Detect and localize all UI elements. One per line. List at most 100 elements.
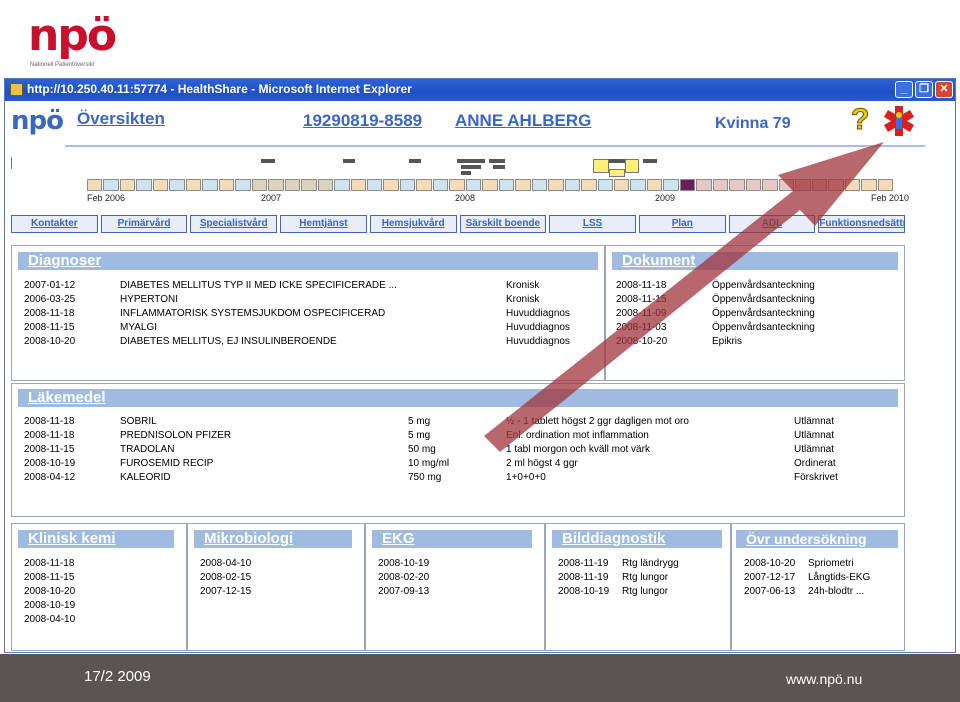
ekg-date[interactable]: 2008-02-20	[378, 572, 429, 583]
app-logo[interactable]: npö	[11, 106, 64, 136]
tab-lss[interactable]: LSS	[549, 215, 636, 233]
diagnosis-text[interactable]: INFLAMMATORISK SYSTEMSJUKDOM OSPECIFICER…	[120, 308, 385, 319]
timeline-cell[interactable]	[383, 179, 399, 191]
timeline-event-marker[interactable]	[461, 165, 481, 169]
minimize-button[interactable]: _	[895, 81, 913, 98]
timeline-cell[interactable]	[663, 179, 679, 191]
tab-specialistvard[interactable]: Specialistvård	[190, 215, 278, 233]
diagnosis-text[interactable]: HYPERTONI	[120, 294, 178, 305]
timeline-highlight-marker[interactable]	[609, 169, 625, 177]
document-text[interactable]: Öppenvårdsanteckning	[712, 322, 815, 333]
page-title-link[interactable]: Översikten	[77, 109, 165, 129]
timeline-cell[interactable]	[696, 179, 712, 191]
timeline-cell[interactable]	[301, 179, 317, 191]
timeline-cell[interactable]	[152, 179, 169, 191]
timeline-cell[interactable]	[185, 179, 202, 191]
micro-date[interactable]: 2008-04-10	[200, 558, 251, 569]
micro-date[interactable]: 2007-12-15	[200, 586, 251, 597]
bilddiagnostik-header[interactable]: Bilddiagnostik	[552, 530, 722, 548]
timeline-cell[interactable]	[778, 179, 795, 191]
timeline-cell[interactable]	[218, 179, 235, 191]
medication-name[interactable]: SOBRIL	[120, 416, 157, 427]
timeline-cell[interactable]	[268, 179, 284, 191]
medical-alert-icon[interactable]	[881, 103, 917, 139]
timeline-cell[interactable]	[169, 179, 185, 191]
timeline-cell[interactable]	[745, 179, 762, 191]
help-icon[interactable]: ?	[850, 104, 869, 135]
ekg-date[interactable]: 2008-10-19	[378, 558, 429, 569]
diagnosis-text[interactable]: DIABETES MELLITUS, EJ INSULINBEROENDE	[120, 336, 337, 347]
timeline-event-marker[interactable]	[643, 159, 657, 163]
timeline-cell[interactable]	[449, 179, 465, 191]
timeline-cell[interactable]	[366, 179, 383, 191]
timeline-cell[interactable]	[399, 179, 416, 191]
tab-primarvard[interactable]: Primärvård	[100, 215, 188, 233]
timeline-cell[interactable]	[87, 179, 103, 191]
lab-date[interactable]: 2008-10-19	[24, 600, 75, 611]
medication-name[interactable]: FUROSEMID RECIP	[120, 458, 213, 469]
timeline-cell[interactable]	[284, 179, 301, 191]
timeline-cell[interactable]	[482, 179, 498, 191]
lab-date[interactable]: 2008-04-10	[24, 614, 75, 625]
medication-name[interactable]: PREDNISOLON PFIZER	[120, 430, 231, 441]
timeline-cell[interactable]	[515, 179, 531, 191]
document-text[interactable]: Öppenvårdsanteckning	[712, 294, 815, 305]
tab-hemtjanst[interactable]: Hemtjänst	[280, 215, 367, 233]
tab-hemsjukvard[interactable]: Hemsjukvård	[369, 215, 457, 233]
close-button[interactable]: ✕	[935, 81, 953, 98]
ekg-date[interactable]: 2007-09-13	[378, 586, 429, 597]
lakemedel-header[interactable]: Läkemedel	[18, 389, 898, 407]
tab-plan[interactable]: Plan	[638, 215, 726, 233]
timeline-event-marker[interactable]	[343, 159, 355, 163]
medication-name[interactable]: KALEORID	[120, 472, 171, 483]
diagnosis-text[interactable]: MYALGI	[120, 322, 157, 333]
diagnoser-header[interactable]: Diagnoser	[18, 252, 598, 270]
timeline-event-marker[interactable]	[409, 159, 421, 163]
timeline-highlight-marker[interactable]	[593, 159, 609, 173]
lab-date[interactable]: 2008-11-18	[24, 558, 74, 569]
timeline-cell[interactable]	[861, 179, 877, 191]
timeline-event-marker[interactable]	[261, 159, 275, 163]
lab-date[interactable]: 2008-11-15	[24, 572, 74, 583]
maximize-button[interactable]: ❐	[915, 81, 933, 98]
timeline-cell[interactable]	[350, 179, 366, 191]
timeline-cell[interactable]	[317, 179, 334, 191]
timeline-event-marker[interactable]	[493, 165, 505, 169]
timeline-cell[interactable]	[235, 179, 251, 191]
diagnosis-text[interactable]: DIABETES MELLITUS TYP II MED ICKE SPECIF…	[120, 280, 397, 291]
timeline-cell[interactable]	[828, 179, 844, 191]
timeline-bar[interactable]	[87, 179, 894, 191]
timeline-cell[interactable]	[581, 179, 597, 191]
personal-id-link[interactable]: 19290819-8589	[303, 111, 422, 131]
exam-text[interactable]: 24h-blodtr ...	[808, 586, 864, 597]
timeline-cell[interactable]	[729, 179, 745, 191]
imaging-text[interactable]: Rtg ländrygg	[622, 558, 679, 569]
timeline-event-marker[interactable]	[489, 159, 505, 163]
document-text[interactable]: Öppenvårdsanteckning	[712, 308, 815, 319]
imaging-text[interactable]: Rtg lungor	[622, 572, 668, 583]
patient-name-link[interactable]: ANNE AHLBERG	[455, 111, 591, 131]
klinisk-kemi-header[interactable]: Klinisk kemi	[18, 530, 174, 548]
timeline-cell[interactable]	[251, 179, 268, 191]
timeline-cell[interactable]	[119, 179, 136, 191]
mikrobiologi-header[interactable]: Mikrobiologi	[194, 530, 352, 548]
timeline-cell[interactable]	[498, 179, 515, 191]
timeline-cell[interactable]	[334, 179, 350, 191]
timeline-cell[interactable]	[762, 179, 778, 191]
timeline-cell[interactable]	[795, 179, 811, 191]
tab-adl[interactable]: ADL	[728, 215, 816, 233]
tab-kontakter[interactable]: Kontakter	[11, 215, 98, 233]
timeline-cell[interactable]	[679, 179, 696, 191]
timeline-highlight-marker[interactable]	[625, 159, 639, 173]
timeline-cell[interactable]	[416, 179, 432, 191]
timeline-event-marker[interactable]	[461, 171, 471, 175]
timeline-cell[interactable]	[646, 179, 663, 191]
timeline-cell[interactable]	[877, 179, 893, 191]
ekg-header[interactable]: EKG	[372, 530, 532, 548]
tab-sarskilt-boende[interactable]: Särskilt boende	[459, 215, 547, 233]
timeline-cell[interactable]	[597, 179, 613, 191]
timeline-cell[interactable]	[811, 179, 828, 191]
exam-text[interactable]: Långtids-EKG	[808, 572, 870, 583]
timeline-cell[interactable]	[465, 179, 482, 191]
imaging-text[interactable]: Rtg lungor	[622, 586, 668, 597]
